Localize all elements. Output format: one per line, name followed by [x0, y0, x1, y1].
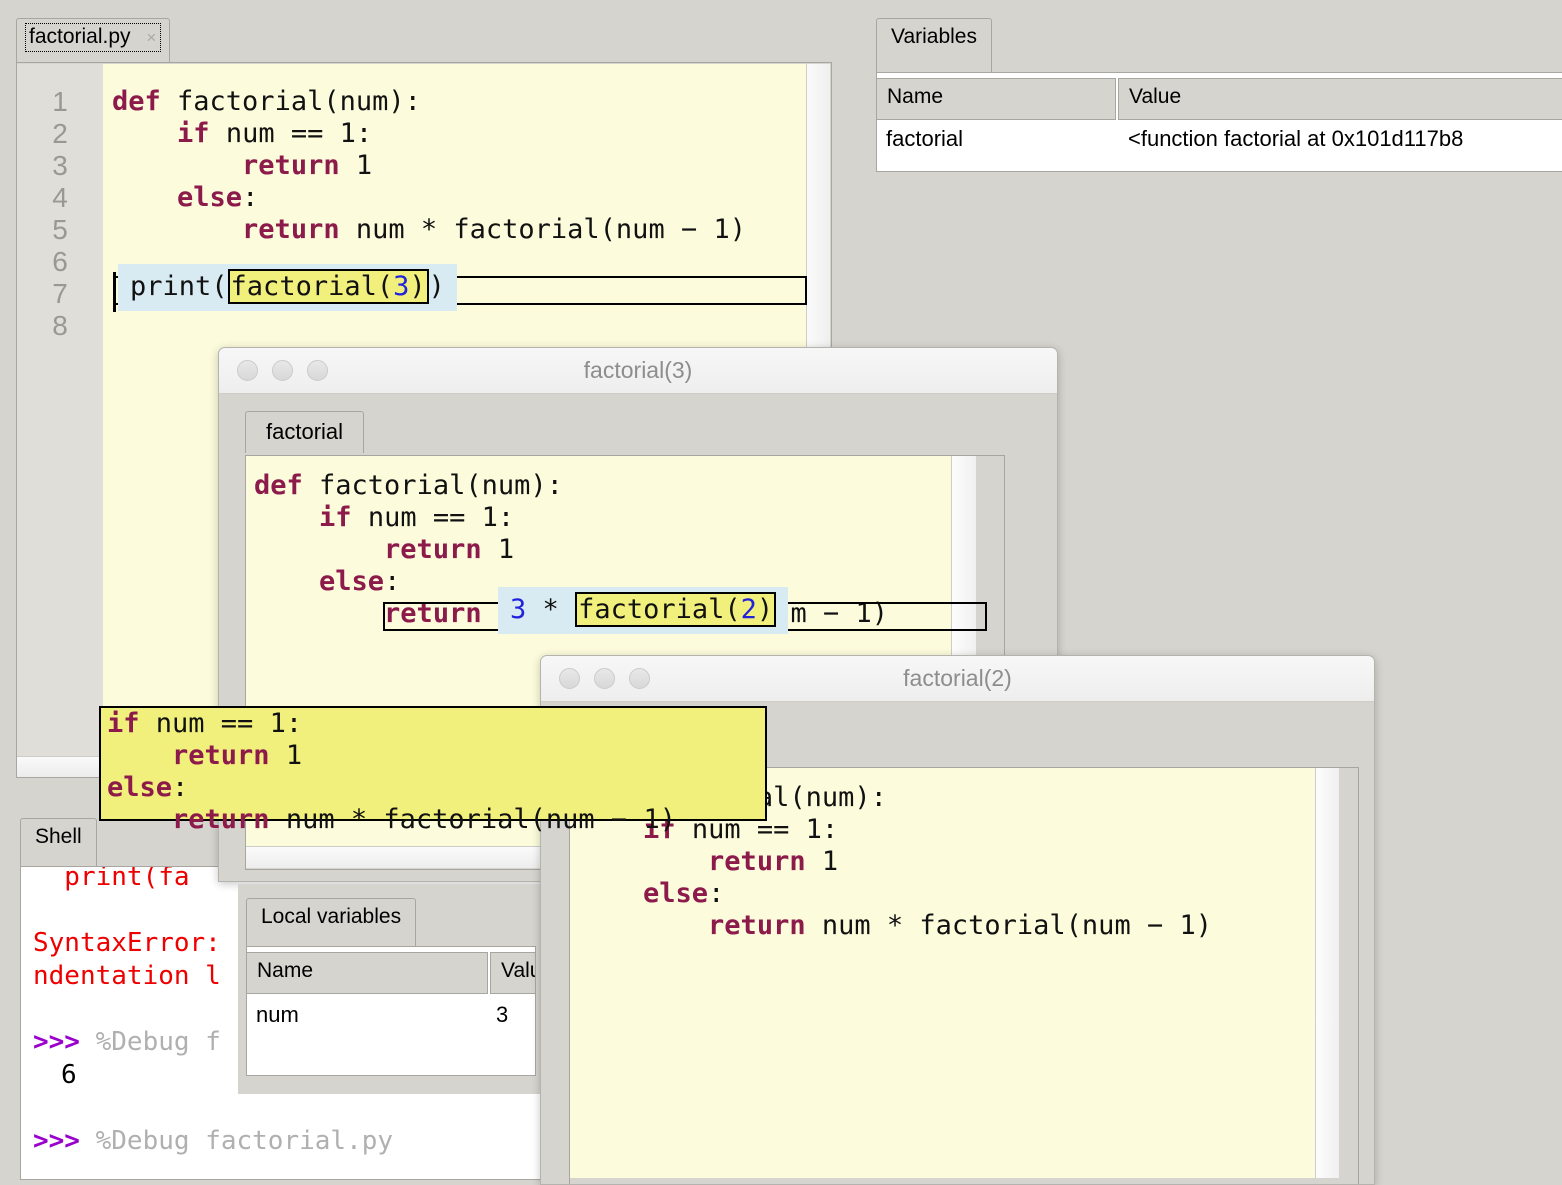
code-line: return 1	[578, 846, 1315, 878]
line-number: 2	[17, 118, 103, 150]
tab-variables[interactable]: Variables	[876, 18, 992, 72]
shell-prompt: >>>	[33, 1126, 80, 1156]
line-number: 4	[17, 182, 103, 214]
popup-call-close: )	[409, 271, 425, 302]
popup-operator: *	[543, 594, 559, 625]
popup-suffix: )	[429, 271, 445, 302]
tab-factorial-frame-3[interactable]: factorial	[245, 411, 364, 453]
variables-col-name[interactable]: Name	[876, 78, 1116, 120]
close-icon[interactable]: ×	[146, 28, 156, 47]
variables-col-value[interactable]: Value	[1118, 78, 1562, 120]
line-number: 5	[17, 214, 103, 246]
code-line: def factorial(num):	[112, 86, 806, 118]
popup-call-name: factorial(	[231, 271, 394, 302]
window2-highlighted-block: if num == 1: return 1 else: return num *…	[99, 706, 767, 821]
tab-local-variables-label: Local variables	[261, 905, 401, 928]
popup-call-arg: 3	[393, 271, 409, 302]
code-line: return 1	[254, 534, 951, 566]
shell-command-1: %Debug f	[80, 1027, 221, 1057]
tab-shell-label: Shell	[35, 825, 82, 848]
shell-command-2: %Debug factorial.py	[80, 1126, 393, 1156]
tab-shell[interactable]: Shell	[20, 818, 97, 868]
code-line: return 1	[107, 740, 765, 772]
code-line: return 1	[112, 150, 806, 182]
line-number: 7	[17, 278, 103, 310]
code-line: if num == 1:	[107, 708, 765, 740]
line-number: 8	[17, 310, 103, 342]
window-vertical-scrollbar-2[interactable]	[1315, 768, 1339, 1178]
shell-prompt: >>>	[33, 1027, 80, 1057]
popup-highlighted-call: factorial(3)	[228, 269, 429, 304]
code-line: else:	[578, 878, 1315, 910]
table-row-cell-name[interactable]: factorial	[886, 126, 963, 152]
tab-label: factorial	[266, 419, 343, 444]
local-vars-col-value[interactable]: Valu	[490, 952, 536, 994]
window-titlebar[interactable]: factorial(3)	[219, 348, 1057, 394]
tab-label: factorial.py	[29, 25, 131, 48]
window-titlebar[interactable]: factorial(2)	[541, 656, 1374, 702]
window-title: factorial(2)	[541, 665, 1374, 692]
code-line: def factorial(num):	[254, 470, 951, 502]
code-line: if num == 1:	[112, 118, 806, 150]
code-line: else:	[112, 182, 806, 214]
popup-call-close: )	[757, 594, 773, 625]
tab-local-variables[interactable]: Local variables	[246, 898, 416, 948]
popup-value: 3	[510, 594, 526, 625]
tab-focus-ring: factorial.py ×	[25, 23, 161, 52]
local-vars-col-name[interactable]: Name	[246, 952, 488, 994]
window-title: factorial(3)	[219, 357, 1057, 384]
line-number: 1	[17, 86, 103, 118]
code-line: if num == 1:	[254, 502, 951, 534]
editor-expression-popup: print(factorial(3))	[118, 264, 457, 311]
tab-factorial-py[interactable]: factorial.py ×	[16, 18, 170, 64]
line-number: 6	[17, 246, 103, 278]
code-line: else:	[107, 772, 765, 804]
tab-variables-label: Variables	[891, 25, 977, 48]
table-row-cell-value[interactable]: 3	[496, 1002, 508, 1028]
editor-line-number-gutter: 1 2 3 4 5 6 7 8	[17, 64, 103, 756]
popup-call-name: factorial(	[578, 594, 741, 625]
window3-expression-popup: 3 * factorial(2)	[498, 587, 788, 634]
popup-highlighted-call: factorial(2)	[575, 592, 776, 627]
line-number: 3	[17, 150, 103, 182]
code-line: return num * factorial(num − 1)	[112, 214, 806, 246]
popup-call-arg: 2	[741, 594, 757, 625]
table-row-cell-name[interactable]: num	[256, 1002, 299, 1028]
code-line: return num * factorial(num − 1)	[107, 804, 765, 836]
table-row-cell-value[interactable]: <function factorial at 0x101d117b8	[1128, 126, 1463, 152]
popup-prefix: print(	[130, 271, 228, 302]
code-line: return num * factorial(num − 1)	[578, 910, 1315, 942]
editor-caret	[113, 272, 116, 312]
